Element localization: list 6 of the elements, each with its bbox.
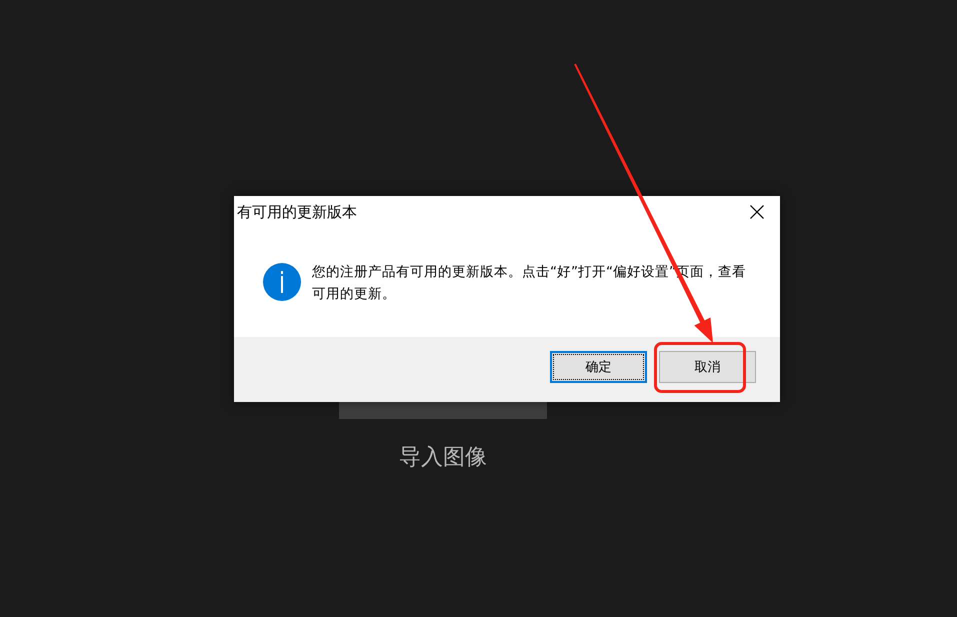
close-icon [750,205,764,219]
dialog-button[interactable]: 取消 [659,351,756,383]
import-image-label: 导入图像 [399,445,487,471]
info-icon [263,263,301,301]
dialog-title: 有可用的更新版本 [236,202,357,222]
dialog-button[interactable]: 确定 [550,351,647,383]
